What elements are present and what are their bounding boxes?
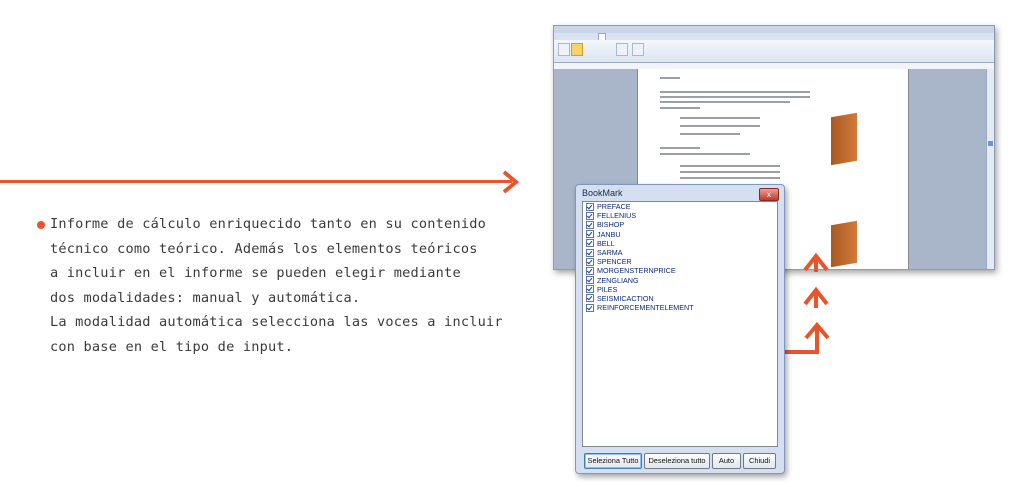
list-item[interactable]: PREFACE [583,202,777,211]
description-line: técnico como teórico. Además los element… [50,240,478,257]
ribbon-button[interactable] [616,43,628,56]
list-item-label: MORGENSTERNPRICE [597,266,676,276]
description-line: Informe de cálculo enriquecido tanto en … [50,216,486,232]
checkbox-checked-icon[interactable] [586,230,594,239]
arrow-right-icon [502,170,520,194]
bookmark-list: PREFACE FELLENIUS BISHOP JANBU BELL SARM… [582,201,778,447]
description-line: con base en el tipo de input. [50,338,294,355]
list-item[interactable]: FELLENIUS [583,211,777,220]
checkbox-checked-icon[interactable] [586,239,594,248]
select-all-button[interactable]: Seleziona Tutto [584,453,642,469]
checkbox-checked-icon[interactable] [586,202,594,211]
list-item[interactable]: REINFORCEMENTELEMENT [583,303,777,312]
arrow-up-icon [782,321,830,354]
arrow-up-icon [803,252,829,272]
close-button[interactable]: Chiudi [743,453,776,469]
list-item-label: BISHOP [597,220,625,230]
checkbox-checked-icon[interactable] [586,294,594,303]
list-item[interactable]: SPENCER [583,257,777,266]
scrollbar[interactable] [986,69,994,269]
ribbon-button[interactable] [632,43,644,56]
checkbox-checked-icon[interactable] [586,285,594,294]
list-item-label: ZENGLIANG [597,275,639,285]
auto-button[interactable]: Auto [712,453,741,469]
list-item-label: PILES [597,284,618,294]
deselect-all-button[interactable]: Deseleziona tutto [644,453,710,469]
ribbon-button[interactable] [558,43,570,56]
description-line: La modalidad automática selecciona las v… [50,314,503,330]
document-window-titlebar [554,26,994,33]
arrow-up-icon [803,286,829,308]
checkbox-checked-icon[interactable] [586,211,594,220]
list-item[interactable]: JANBU [583,230,777,239]
list-item-label: FELLENIUS [597,211,637,221]
list-item-label: BELL [597,238,615,248]
connector-line [0,180,512,183]
list-item[interactable]: BISHOP [583,220,777,229]
description-line: dos modalidades: manual y automática. [50,289,361,306]
ribbon-tabs [554,33,994,40]
list-item[interactable]: PILES [583,285,777,294]
ribbon [554,40,994,63]
description-text: Informe de cálculo enriquecido tanto en … [36,212,536,359]
dialog-title: BookMark [582,188,623,198]
list-item[interactable]: BELL [583,239,777,248]
figure-image [831,220,857,268]
checkbox-checked-icon[interactable] [586,220,594,229]
list-item[interactable]: SEISMICACTION [583,294,777,303]
checkbox-checked-icon[interactable] [586,257,594,266]
close-icon[interactable]: x [759,188,779,201]
list-item[interactable]: ZENGLIANG [583,276,777,285]
ribbon-button[interactable] [571,43,583,56]
bookmark-dialog: BookMark x PREFACE FELLENIUS BISHOP JANB… [575,184,785,474]
list-item-label: SEISMICACTION [597,293,654,303]
list-item-label: PREFACE [597,202,631,212]
list-item-label: SARMA [597,248,623,258]
checkbox-checked-icon[interactable] [586,276,594,285]
list-item[interactable]: SARMA [583,248,777,257]
figure-image [831,112,857,166]
checkbox-checked-icon[interactable] [586,303,594,312]
checkbox-checked-icon[interactable] [586,266,594,275]
list-item-label: REINFORCEMENTELEMENT [597,303,694,313]
checkbox-checked-icon[interactable] [586,248,594,257]
list-item-label: SPENCER [597,257,632,267]
list-item-label: JANBU [597,229,621,239]
description-line: a incluir en el informe se pueden elegir… [50,265,461,281]
list-item[interactable]: MORGENSTERNPRICE [583,266,777,275]
